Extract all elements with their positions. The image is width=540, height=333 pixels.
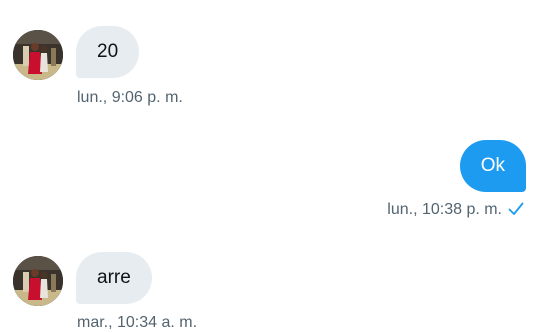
checkmark-icon <box>508 202 524 221</box>
message-timestamp: mar., 10:34 a. m. <box>77 314 198 331</box>
sender-avatar[interactable] <box>13 30 63 80</box>
sender-avatar[interactable] <box>13 256 63 306</box>
message-meta-outgoing: lun., 10:38 p. m. <box>387 201 524 221</box>
message-bubble-incoming[interactable]: arre <box>76 252 152 304</box>
user-avatar-icon <box>13 30 63 80</box>
user-avatar-icon <box>13 256 63 306</box>
message-bubble-outgoing[interactable]: Ok <box>459 140 526 192</box>
message-timestamp: lun., 10:38 p. m. <box>387 201 502 218</box>
message-bubble-incoming[interactable]: 20 <box>76 26 140 78</box>
message-timestamp: lun., 9:06 p. m. <box>77 89 183 106</box>
